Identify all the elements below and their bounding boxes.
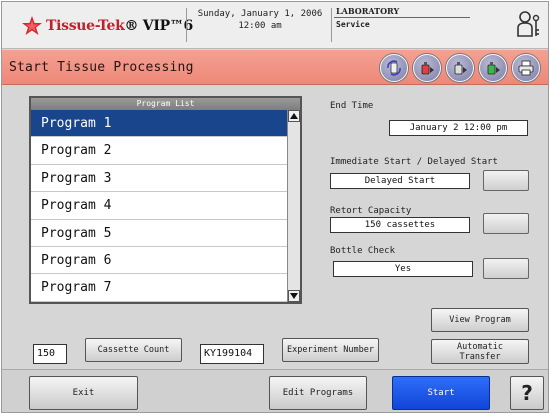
reagent-rotate-icon[interactable] — [380, 54, 408, 82]
bottle-check-select-button[interactable] — [483, 258, 529, 279]
bottle-check-value: Yes — [333, 261, 473, 277]
experiment-number-field[interactable]: KY199104 — [200, 344, 264, 364]
header-date: Sunday, January 1, 2006 — [197, 9, 323, 19]
screen: Tissue-Tek® VIP™6 Sunday, January 1, 200… — [1, 1, 549, 413]
program-list-item[interactable]: Program 3 — [31, 164, 287, 193]
program-list-item[interactable]: Program 5 — [31, 219, 287, 247]
program-list-item[interactable]: Program 6 — [31, 246, 287, 275]
bottom-action-bar: Exit Edit Programs Start ? — [2, 369, 548, 412]
bottle-check-label: Bottle Check — [330, 246, 396, 256]
program-list-item[interactable]: Program 7 — [31, 274, 287, 302]
view-program-button[interactable]: View Program — [431, 308, 529, 332]
retort-capacity-label: Retort Capacity — [330, 206, 412, 216]
role-subtitle: Service — [336, 20, 370, 29]
start-mode-value: Delayed Start — [330, 173, 470, 189]
program-list-item[interactable]: Program 4 — [31, 192, 287, 220]
program-list-item[interactable]: Program 1 — [31, 110, 287, 138]
automatic-transfer-button[interactable]: Automatic Transfer — [431, 339, 529, 364]
help-button[interactable]: ? — [510, 376, 544, 410]
experiment-number-button[interactable]: Experiment Number — [282, 338, 379, 362]
scroll-down-arrow-icon[interactable] — [288, 290, 300, 302]
header-time: 12:00 am — [238, 21, 282, 31]
automatic-transfer-label-line1: Automatic — [456, 341, 504, 352]
program-list-header: Program List — [31, 98, 300, 110]
page-titlebar: Start Tissue Processing — [2, 50, 548, 85]
logo-brand: Tissue-Tek — [46, 18, 125, 34]
app-logo: Tissue-Tek® VIP™6 — [20, 14, 193, 38]
user-key-icon[interactable] — [516, 10, 542, 40]
star-logo-icon — [20, 14, 44, 38]
edit-programs-button[interactable]: Edit Programs — [269, 376, 367, 410]
start-button[interactable]: Start — [392, 376, 490, 410]
retort-capacity-value: 150 cassettes — [330, 217, 470, 233]
header-datetime: Sunday, January 1, 2006 12:00 am — [192, 8, 328, 32]
page-title: Start Tissue Processing — [9, 60, 194, 75]
start-mode-label: Immediate Start / Delayed Start — [330, 157, 498, 167]
bottle-green-icon[interactable] — [479, 54, 507, 82]
header-divider — [331, 8, 332, 42]
user-role: LABORATORY Service — [334, 6, 474, 38]
bottle-red-icon[interactable] — [413, 54, 441, 82]
end-time-value: January 2 12:00 pm — [389, 120, 528, 136]
app-header: Tissue-Tek® VIP™6 Sunday, January 1, 200… — [2, 2, 548, 49]
logo-model: ® VIP™6 — [124, 18, 194, 34]
end-time-label: End Time — [330, 101, 374, 111]
start-mode-select-button[interactable] — [483, 170, 529, 191]
exit-button[interactable]: Exit — [29, 376, 138, 410]
role-title: LABORATORY — [334, 6, 470, 18]
bottle-gray-icon[interactable] — [446, 54, 474, 82]
program-list-scrollbar[interactable] — [287, 110, 300, 302]
header-divider — [186, 8, 187, 42]
program-list: Program List Program 1 Program 2 Program… — [29, 96, 302, 304]
retort-capacity-select-button[interactable] — [483, 213, 529, 234]
program-list-item[interactable]: Program 2 — [31, 137, 287, 165]
automatic-transfer-label-line2: Transfer — [459, 351, 501, 362]
cassette-count-button[interactable]: Cassette Count — [85, 338, 182, 362]
program-list-rows: Program 1 Program 2 Program 3 Program 4 … — [31, 110, 287, 302]
printer-icon[interactable] — [512, 54, 540, 82]
cassette-count-field[interactable]: 150 — [33, 344, 67, 364]
scroll-up-arrow-icon[interactable] — [288, 110, 300, 122]
